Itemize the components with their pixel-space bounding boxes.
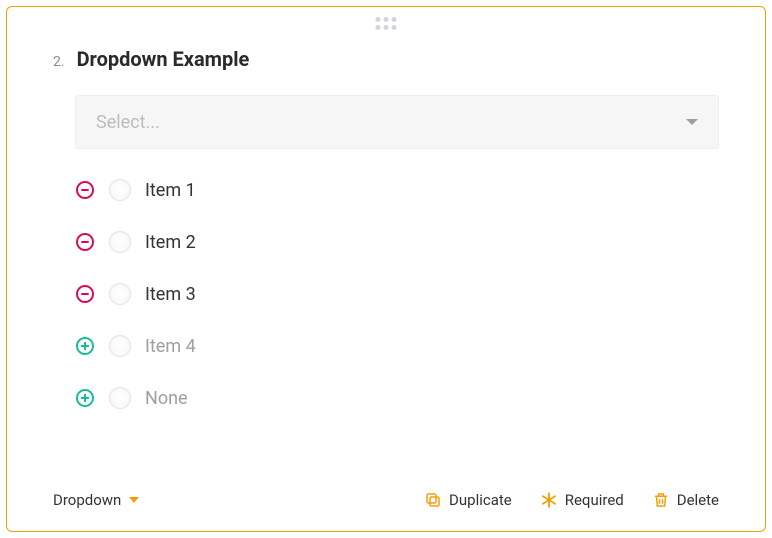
question-number: 2. [53, 54, 65, 70]
duplicate-label: Duplicate [449, 491, 512, 509]
chevron-down-icon [129, 497, 139, 503]
footer-actions: Duplicate Required Delete [424, 491, 719, 509]
add-option-button[interactable] [75, 388, 95, 408]
remove-icon [76, 233, 94, 251]
trash-icon [652, 491, 670, 509]
card-footer: Dropdown Duplicate Required [53, 491, 719, 509]
drag-handle-icon[interactable] [376, 17, 397, 30]
asterisk-icon [540, 491, 558, 509]
option-label[interactable]: Item 2 [145, 232, 196, 253]
dropdown-select[interactable]: Select... [75, 95, 719, 149]
option-label[interactable]: None [145, 388, 188, 409]
duplicate-button[interactable]: Duplicate [424, 491, 512, 509]
question-type-label: Dropdown [53, 491, 121, 509]
option-label[interactable]: Item 1 [145, 180, 196, 201]
add-icon [76, 389, 94, 407]
select-wrapper: Select... [75, 95, 719, 149]
add-icon [76, 337, 94, 355]
required-button[interactable]: Required [540, 491, 624, 509]
delete-button[interactable]: Delete [652, 491, 719, 509]
question-card: 2. Dropdown Example Select... Item 1 Ite… [6, 6, 766, 532]
delete-label: Delete [677, 491, 719, 509]
radio-icon [109, 231, 131, 253]
question-title[interactable]: Dropdown Example [77, 47, 250, 71]
option-row: None [75, 387, 765, 409]
required-label: Required [565, 491, 624, 509]
chevron-down-icon [686, 119, 698, 125]
duplicate-icon [424, 491, 442, 509]
option-row: Item 2 [75, 231, 765, 253]
question-type-select[interactable]: Dropdown [53, 491, 139, 509]
add-option-button[interactable] [75, 336, 95, 356]
option-row: Item 4 [75, 335, 765, 357]
option-label[interactable]: Item 4 [145, 336, 196, 357]
remove-option-button[interactable] [75, 180, 95, 200]
radio-icon [109, 179, 131, 201]
option-label[interactable]: Item 3 [145, 284, 196, 305]
option-row: Item 1 [75, 179, 765, 201]
radio-icon [109, 387, 131, 409]
options-list: Item 1 Item 2 Item 3 Item 4 None [75, 179, 765, 409]
remove-icon [76, 285, 94, 303]
radio-icon [109, 335, 131, 357]
radio-icon [109, 283, 131, 305]
select-placeholder: Select... [96, 112, 160, 133]
remove-option-button[interactable] [75, 284, 95, 304]
option-row: Item 3 [75, 283, 765, 305]
remove-icon [76, 181, 94, 199]
remove-option-button[interactable] [75, 232, 95, 252]
